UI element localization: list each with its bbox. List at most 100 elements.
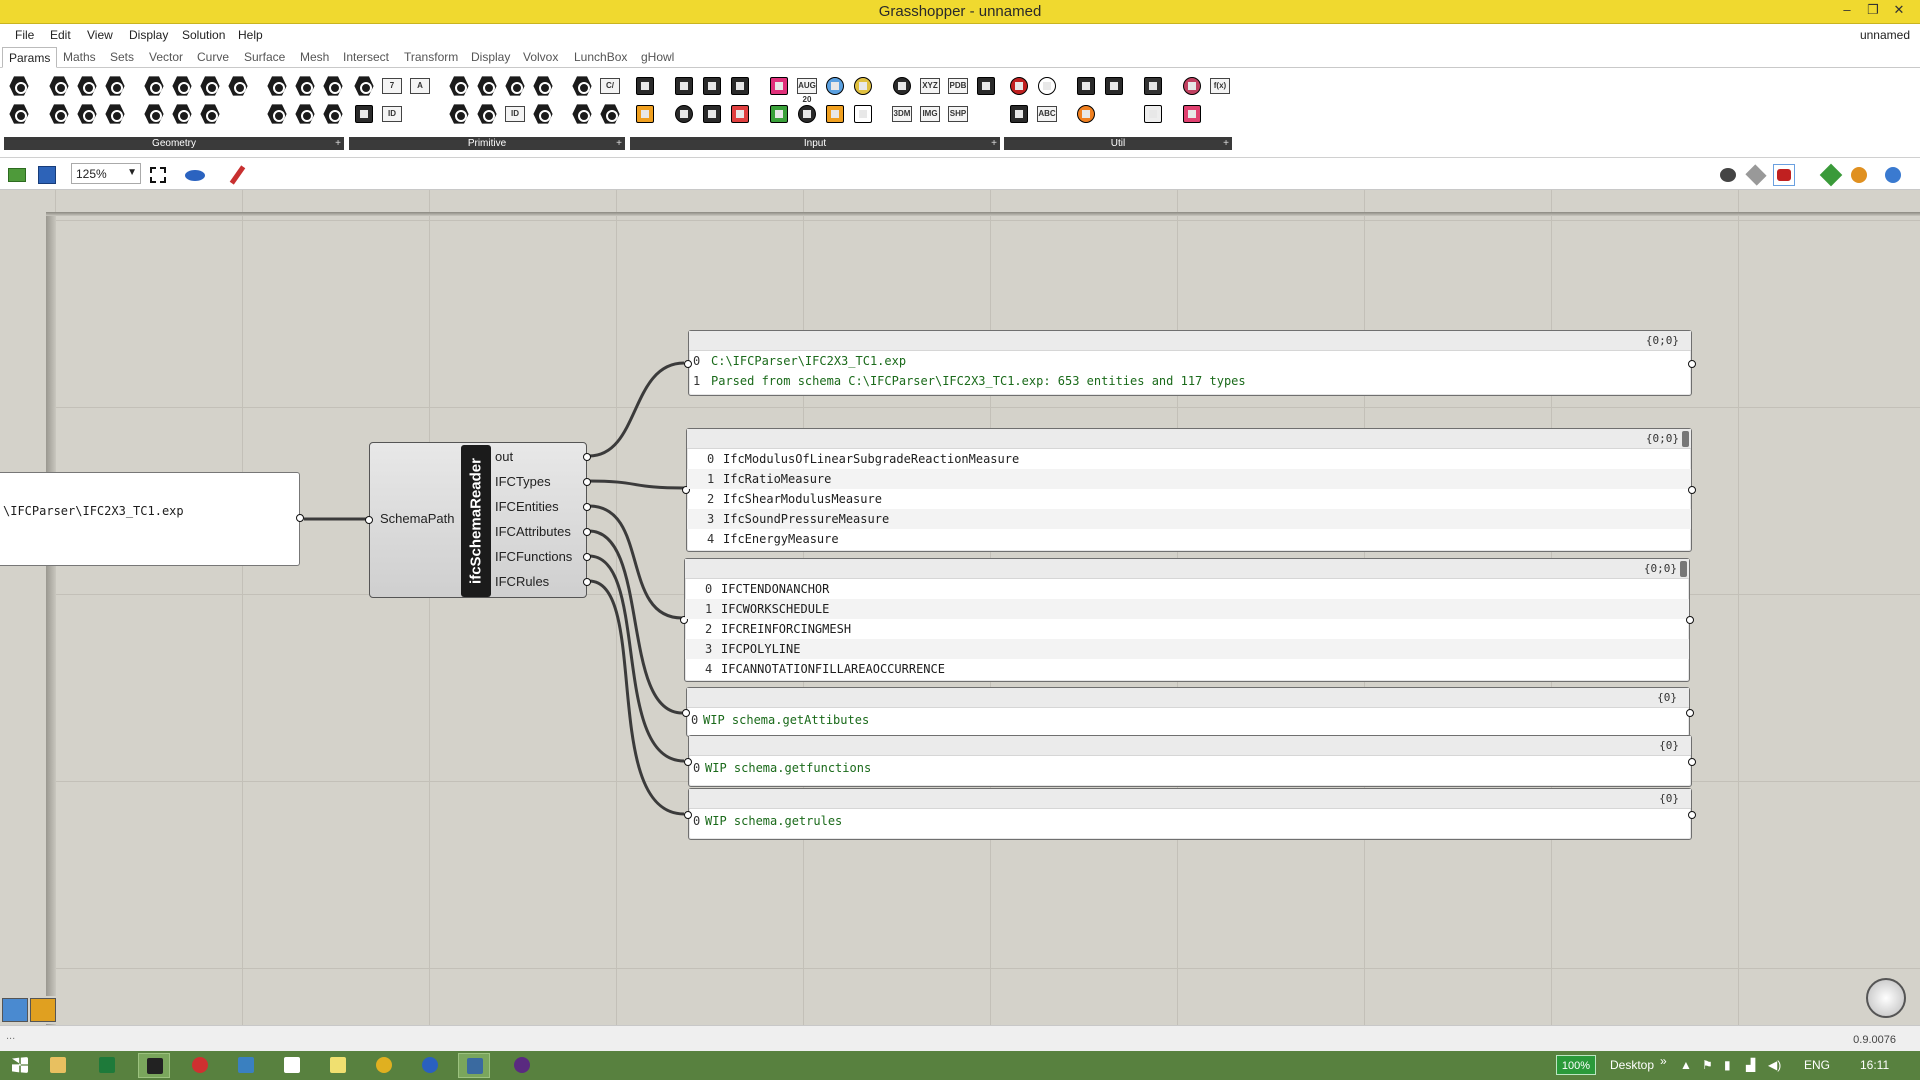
excel-icon[interactable] [91,1053,123,1078]
rectangle-param-icon[interactable] [104,103,126,125]
shader-param-icon[interactable] [571,75,593,97]
integer-param-icon[interactable]: 7 [381,75,403,97]
flag-icon[interactable]: ⚑ [1702,1058,1713,1072]
graph-mapper-icon[interactable] [852,103,874,125]
matrix-param-icon[interactable] [504,75,526,97]
grasshopper-taskbar-icon[interactable] [138,1053,170,1078]
menu-display[interactable]: Display [129,28,168,42]
panel-ifcattributes[interactable]: {0} 0 WIP schema.getAttibutes [682,687,1694,737]
preview-eye-icon[interactable] [184,164,206,186]
digit-scroller-icon[interactable] [701,75,723,97]
zoom-extents-icon[interactable] [147,164,169,186]
selected-preview-icon[interactable] [1773,164,1795,186]
twisted-box-param-icon[interactable] [199,103,221,125]
notepad-icon[interactable] [276,1053,308,1078]
data-path-icon[interactable] [448,103,470,125]
import-image-file-icon[interactable]: IMG [919,103,941,125]
circle-param-icon[interactable] [48,75,70,97]
tab-surface[interactable]: Surface [244,50,285,64]
panel-ifcentities[interactable]: {0;0} 0 IFCTENDONANCHOR 1 IFCWORKSCHEDULE … [680,558,1694,682]
arrow-outline-icon[interactable] [1142,103,1164,125]
cherry-picker-icon[interactable] [1008,75,1030,97]
menu-help[interactable]: Help [238,28,263,42]
mesh-settings-icon[interactable] [1819,163,1843,187]
colour-wheel-icon[interactable] [768,103,790,125]
culture-param-icon[interactable]: C/ [599,75,621,97]
open-file-icon[interactable] [6,164,28,186]
sticky-notes-icon[interactable] [322,1053,354,1078]
data-dam-icon[interactable] [1075,75,1097,97]
panel-output-port[interactable] [296,514,304,522]
network-signal-icon[interactable]: ▟ [1746,1058,1755,1072]
import-pdb-icon[interactable]: PDB [947,75,969,97]
file-explorer-icon[interactable] [42,1053,74,1078]
power-icon[interactable]: ▮ [1724,1058,1731,1072]
volume-icon[interactable]: ◀) [1768,1058,1781,1072]
button-object-icon[interactable] [634,75,656,97]
boolean-param-icon[interactable] [353,75,375,97]
desktop-label[interactable]: Desktop [1610,1058,1654,1072]
panel-ifcrules-output-port[interactable] [1688,811,1696,819]
ifcrules-port[interactable] [583,578,591,586]
kangaroo-icon[interactable] [1103,75,1125,97]
arrow-right-icon[interactable] [1142,75,1164,97]
mesh-param-icon[interactable] [171,75,193,97]
galapagos-icon[interactable] [1008,103,1030,125]
geometry-pipeline-icon[interactable] [322,75,344,97]
line-param-icon[interactable] [48,103,70,125]
control-knob-icon[interactable] [673,103,695,125]
surface-param-icon[interactable] [199,75,221,97]
media-app-icon[interactable] [506,1053,538,1078]
atom-param-icon[interactable] [322,103,344,125]
file-path-icon[interactable] [532,103,554,125]
schema-path-input-port[interactable] [365,516,373,524]
menu-solution[interactable]: Solution [182,28,225,42]
pdf-reader-icon[interactable] [184,1053,216,1078]
gradient-control-icon[interactable] [768,75,790,97]
vector-param-icon[interactable] [8,103,30,125]
grasshopper-icon[interactable] [30,998,56,1022]
tab-mesh[interactable]: Mesh [300,50,329,64]
tab-maths[interactable]: Maths [63,50,96,64]
ifcattributes-port[interactable] [583,528,591,536]
panel-ifcentities-output-port[interactable] [1686,616,1694,624]
interval-param-icon[interactable] [476,103,498,125]
menu-view[interactable]: View [87,28,113,42]
panel-ifcfunctions-output-port[interactable] [1688,758,1696,766]
flask-icon[interactable] [1181,103,1203,125]
generic-param-icon[interactable] [571,103,593,125]
python-script-icon[interactable] [353,103,375,125]
zoom-dropdown[interactable]: 125% ▼ [71,163,141,184]
timer-icon[interactable] [1075,103,1097,125]
group-param-icon[interactable] [266,103,288,125]
remote-desktop-icon[interactable] [230,1053,262,1078]
solver-settings-icon[interactable] [1882,164,1904,186]
clock-icon[interactable] [796,103,818,125]
primitive-group-label[interactable]: Primitive + [349,137,625,150]
colour-hsl-icon[interactable] [852,75,874,97]
input-group-label[interactable]: Input + [630,137,1000,150]
bake-icon[interactable] [634,103,656,125]
import-3dm-icon[interactable]: 3DM [891,103,913,125]
shaded-preview-icon[interactable] [1745,164,1767,186]
ifcfunctions-port[interactable] [583,553,591,561]
abc-icon[interactable]: ABC [1036,103,1058,125]
arc-param-icon[interactable] [76,75,98,97]
panel-ifcattributes-output-port[interactable] [1686,709,1694,717]
tab-volvox[interactable]: Volvox [523,50,558,64]
grasshopper-canvas[interactable]: \IFCParser\IFC2X3_TC1.exp SchemaPath ifc… [0,190,1920,1025]
schema-path-panel[interactable]: \IFCParser\IFC2X3_TC1.exp [0,472,304,566]
meshface-param-icon[interactable] [171,103,193,125]
util-group-label[interactable]: Util + [1004,137,1232,150]
ifctypes-port[interactable] [583,478,591,486]
colour-param-icon[interactable] [532,75,554,97]
ifcentities-port[interactable] [583,503,591,511]
field-param-icon[interactable] [227,75,249,97]
language-indicator[interactable]: ENG [1804,1058,1830,1072]
chrome-icon[interactable] [368,1053,400,1078]
time-param-icon[interactable] [599,103,621,125]
tab-intersect[interactable]: Intersect [343,50,389,64]
brep-param-icon[interactable] [143,103,165,125]
point-param-icon[interactable] [8,75,30,97]
object-details-icon[interactable] [975,75,997,97]
